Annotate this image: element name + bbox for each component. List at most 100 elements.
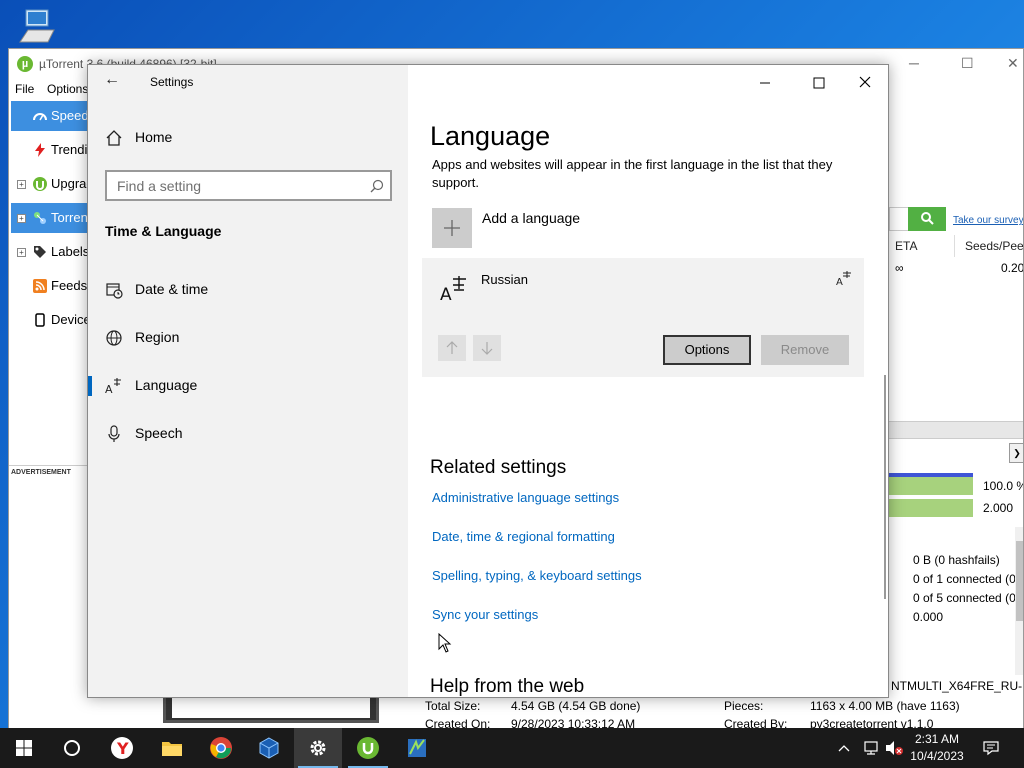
show-hidden-icons[interactable] <box>836 740 852 768</box>
svg-text:Y: Y <box>116 739 129 758</box>
nav-label: Region <box>135 329 180 345</box>
link-spelling-typing-keyboard[interactable]: Spelling, typing, & keyboard settings <box>432 568 642 583</box>
column-header-eta[interactable]: ETA <box>895 235 955 257</box>
nav-label: Date & time <box>135 281 209 297</box>
taskbar-file-explorer[interactable] <box>148 728 196 768</box>
language-list-item[interactable]: A Russian A Options Remove <box>422 258 864 377</box>
svg-text:A: A <box>440 285 452 302</box>
search-icon <box>370 179 384 193</box>
menu-file[interactable]: File <box>15 82 34 96</box>
nav-item-region[interactable]: Region <box>88 318 408 358</box>
nav-item-date-time[interactable]: Date & time <box>88 270 408 310</box>
divider <box>9 465 89 466</box>
arrow-up-icon <box>446 341 458 354</box>
menu-options[interactable]: Options <box>47 82 88 96</box>
sidebar-item-labels[interactable]: + Labels <box>11 237 99 267</box>
start-button[interactable] <box>0 728 48 768</box>
start-icon <box>16 740 32 756</box>
progress-bar-availability <box>889 499 973 517</box>
utorrent-splitter[interactable] <box>889 421 1023 439</box>
mouse-cursor-icon <box>438 633 452 653</box>
svg-text:A: A <box>105 383 113 395</box>
cell-seeds-peers: 0.200 <box>1001 261 1024 275</box>
sidebar-item-feeds[interactable]: Feeds <box>11 271 99 301</box>
nav-item-language[interactable]: A Language <box>88 366 408 406</box>
settings-nav-pane: ← Settings Home Find a setting Time & La… <box>88 65 408 697</box>
action-center[interactable] <box>982 739 1000 768</box>
settings-content-pane: Language Apps and websites will appear i… <box>408 65 888 697</box>
cortana-icon <box>64 740 80 756</box>
taskbar-utorrent[interactable] <box>344 728 392 768</box>
options-button[interactable]: Options <box>663 335 751 365</box>
info-seeds: 0 of 1 connected (0 <box>913 572 1016 586</box>
content-scrollbar[interactable] <box>884 375 886 599</box>
move-up-button[interactable] <box>438 335 466 361</box>
nav-item-speech[interactable]: Speech <box>88 414 408 454</box>
utorrent-search-button[interactable] <box>908 207 946 231</box>
rss-icon <box>33 279 47 293</box>
network-icon <box>864 741 878 755</box>
taskbar-yandex-browser[interactable]: Y <box>98 728 146 768</box>
add-language-button[interactable] <box>432 208 472 248</box>
utorrent-maximize-icon[interactable]: ☐ <box>961 55 974 72</box>
advertisement-label: ADVERTISEMENT <box>11 469 71 476</box>
survey-link[interactable]: Take our survey <box>953 215 1023 226</box>
language-icon: A <box>105 378 121 395</box>
move-down-button[interactable] <box>473 335 501 361</box>
expand-icon[interactable]: + <box>17 214 26 223</box>
yandex-browser-icon: Y <box>111 737 133 759</box>
cell-eta: ∞ <box>895 261 904 275</box>
info-ratio: 0.000 <box>913 610 944 624</box>
chevron-down-icon[interactable]: ❯ <box>1009 443 1023 463</box>
search-placeholder: Find a setting <box>117 178 202 194</box>
link-sync-settings[interactable]: Sync your settings <box>432 607 538 622</box>
taskbar-virtualbox[interactable] <box>245 728 293 768</box>
pieces-value: 1163 x 4.00 MB (have 1163) <box>810 699 960 713</box>
utorrent-sidebar: Speed Trending + Upgrade + Torrents + La… <box>9 101 102 476</box>
nav-item-home[interactable]: Home <box>88 118 408 158</box>
sidebar-item-upgrade[interactable]: + Upgrade <box>11 169 101 199</box>
sidebar-label: Speed <box>51 108 89 123</box>
sidebar-item-devices[interactable]: Devices <box>11 305 99 335</box>
volume-control[interactable] <box>884 739 904 768</box>
column-header-seeds-peers[interactable]: Seeds/Peers <box>965 235 1023 257</box>
minimize-icon[interactable] <box>750 73 780 93</box>
link-administrative-language[interactable]: Administrative language settings <box>432 490 619 505</box>
utorrent-icon <box>33 177 47 191</box>
plus-icon <box>444 220 460 236</box>
torrents-icon <box>34 212 46 224</box>
desktop-computer-icon[interactable] <box>14 8 62 48</box>
taskbar-settings[interactable] <box>294 728 342 768</box>
taskbar-clock[interactable]: 2:31 AM 10/4/2023 <box>902 731 972 765</box>
svg-text:A: A <box>836 277 843 286</box>
sidebar-item-torrents[interactable]: + Torrents <box>11 203 99 233</box>
utorrent-icon <box>357 737 379 759</box>
info-scrollbar[interactable] <box>1015 527 1023 675</box>
expand-icon[interactable]: + <box>17 180 26 189</box>
link-date-time-regional[interactable]: Date, time & regional formatting <box>432 529 615 544</box>
cortana-button[interactable] <box>48 728 96 768</box>
close-icon[interactable] <box>850 73 880 93</box>
taskbar: Y 2:31 AM 10/4/2023 <box>0 728 1024 768</box>
taskbar-cpu-z[interactable] <box>393 728 441 768</box>
display-language-icon: A <box>836 271 851 286</box>
maximize-icon[interactable] <box>804 73 834 93</box>
find-setting-input[interactable]: Find a setting <box>105 170 392 201</box>
sidebar-item-speed[interactable]: Speed <box>11 101 99 131</box>
lightning-icon <box>35 143 45 157</box>
related-settings-heading: Related settings <box>430 457 567 478</box>
taskbar-chrome[interactable] <box>197 728 245 768</box>
calendar-clock-icon <box>106 283 123 299</box>
utorrent-minimize-icon[interactable]: ─ <box>909 55 919 71</box>
cpu-z-icon <box>408 739 426 757</box>
back-arrow-icon[interactable]: ← <box>104 71 120 89</box>
utorrent-close-icon[interactable]: ✕ <box>1007 55 1019 72</box>
sidebar-label: Feeds <box>51 278 88 293</box>
remove-button[interactable]: Remove <box>761 335 849 365</box>
home-icon <box>106 130 122 146</box>
chevron-up-icon <box>838 745 850 752</box>
network-status[interactable] <box>862 739 880 768</box>
sidebar-item-trending[interactable]: Trending <box>11 135 102 165</box>
expand-icon[interactable]: + <box>17 248 26 257</box>
add-language-label[interactable]: Add a language <box>482 210 580 226</box>
